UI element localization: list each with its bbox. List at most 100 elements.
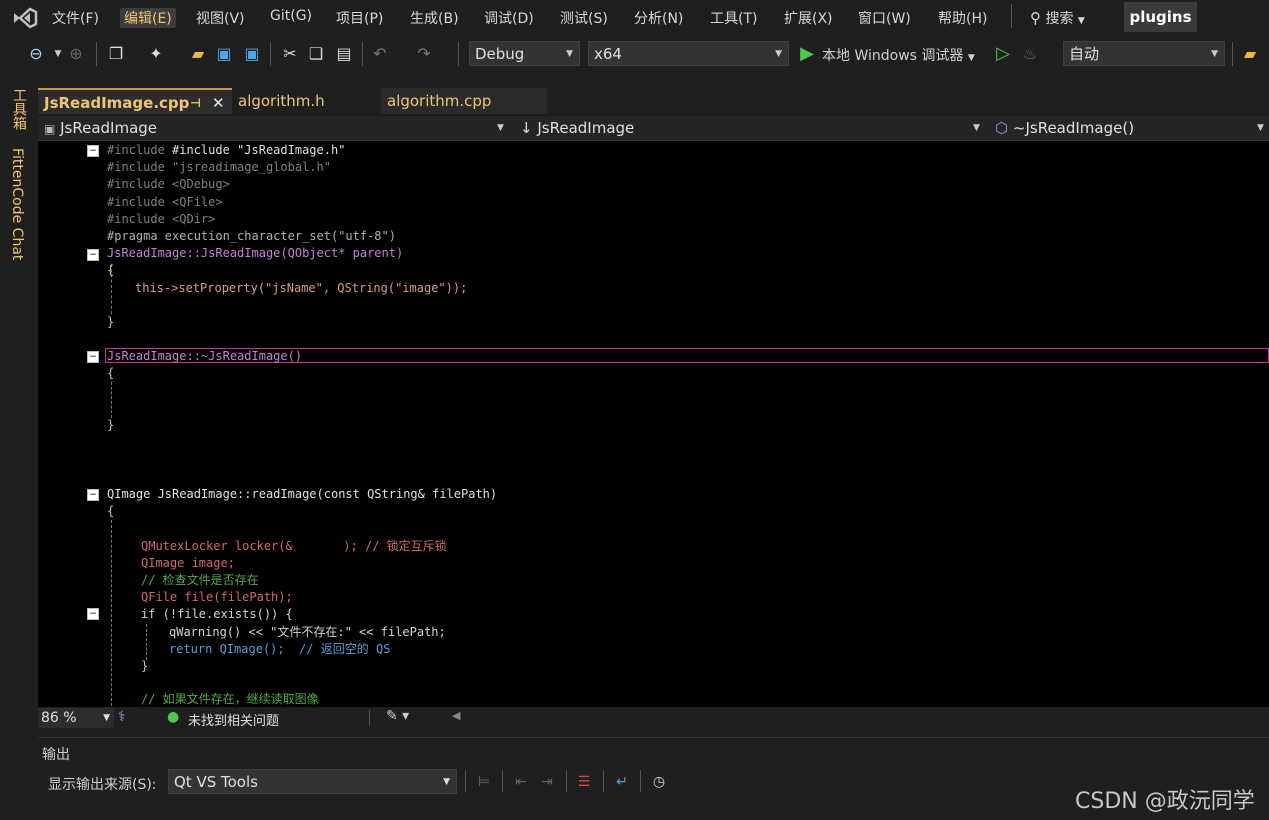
indent-guide xyxy=(111,520,112,706)
output-separator xyxy=(640,770,641,792)
menu-file[interactable]: 文件(F) xyxy=(52,8,99,28)
collapse-icon[interactable]: − xyxy=(87,608,99,620)
new-project-icon[interactable]: ❐ xyxy=(106,44,126,64)
menu-tools[interactable]: 工具(T) xyxy=(710,8,757,28)
solution-name-badge[interactable]: plugins xyxy=(1124,2,1197,32)
platform-value: x64 xyxy=(594,45,622,63)
output-title: 输出 xyxy=(42,747,70,763)
tab-algorithm-cpp[interactable]: algorithm.cpp xyxy=(381,88,547,114)
code-line: QImage JsReadImage::readImage(const QStr… xyxy=(107,487,498,501)
previous-message-icon[interactable]: ⇤ xyxy=(511,772,531,792)
menu-build[interactable]: 生成(B) xyxy=(410,8,459,28)
cleanup-brush-icon[interactable]: ✎ ▾ xyxy=(386,708,409,724)
code-line: // 检查文件是否存在 xyxy=(141,573,259,587)
clear-all-icon[interactable]: ☰ xyxy=(574,772,594,792)
tab-algorithm-h[interactable]: algorithm.h xyxy=(232,88,381,114)
output-source-select[interactable]: Qt VS Tools ▼ xyxy=(168,769,457,794)
code-line: { xyxy=(107,504,115,518)
word-wrap-icon[interactable]: ↵ xyxy=(612,772,632,792)
toolbar-separator xyxy=(458,42,459,66)
collapse-icon[interactable]: − xyxy=(87,145,99,157)
redo-icon[interactable]: ↷ xyxy=(414,44,434,64)
menu-edit[interactable]: 编辑(E) xyxy=(120,8,176,28)
menu-analyze[interactable]: 分析(N) xyxy=(634,8,683,28)
indent-guide xyxy=(111,382,112,418)
debug-target-button[interactable]: 本地 Windows 调试器 ▼ xyxy=(822,45,975,65)
status-separator xyxy=(369,710,370,726)
menu-debug[interactable]: 调试(D) xyxy=(484,8,534,28)
project-scope-select[interactable]: ▣ JsReadImage xyxy=(44,117,157,139)
menu-extensions[interactable]: 扩展(X) xyxy=(784,8,833,28)
zoom-value: 86 % xyxy=(41,710,77,726)
zoom-select[interactable]: 86 % ▼ xyxy=(38,708,114,728)
class-scope-select[interactable]: ↓ JsReadImage xyxy=(520,117,634,139)
menu-separator xyxy=(1011,4,1012,28)
code-line: #include <QDebug> xyxy=(107,177,230,191)
clock-icon[interactable]: ◷ xyxy=(649,772,669,792)
collapse-icon[interactable]: − xyxy=(87,249,99,261)
chevron-down-icon: ▼ xyxy=(103,713,110,723)
toolbar-separator xyxy=(362,42,363,66)
tab-label: JsReadImage.cpp xyxy=(44,94,190,112)
menu-help[interactable]: 帮助(H) xyxy=(938,8,987,28)
folder-settings-icon[interactable]: ▰ xyxy=(1240,44,1260,64)
save-all-icon[interactable]: ▣ xyxy=(242,44,262,64)
chevron-down-icon[interactable]: ▼ xyxy=(1257,117,1264,139)
menu-window[interactable]: 窗口(W) xyxy=(858,8,911,28)
copy-icon[interactable]: ❏ xyxy=(306,44,326,64)
back-icon[interactable]: ⊖ xyxy=(26,44,46,64)
output-separator xyxy=(603,770,604,792)
visual-studio-logo[interactable] xyxy=(10,6,38,30)
output-separator xyxy=(566,770,567,792)
toolbar-separator xyxy=(96,42,97,66)
toolbox-tab[interactable]: 工具箱 xyxy=(9,88,29,130)
toolbar-separator xyxy=(270,42,271,66)
issues-status[interactable]: 未找到相关问题 xyxy=(188,710,279,729)
configuration-value: Debug xyxy=(475,45,525,63)
tab-jsreadimage-cpp[interactable]: JsReadImage.cpp ⊣ ✕ xyxy=(38,88,232,114)
find-message-icon[interactable]: ⊨ xyxy=(474,772,494,792)
hot-reload-icon[interactable]: ♨ xyxy=(1020,44,1040,64)
menu-git[interactable]: Git(G) xyxy=(270,8,312,24)
undo-icon[interactable]: ↶ xyxy=(370,44,390,64)
forward-icon[interactable]: ⊕ xyxy=(66,44,86,64)
output-source-value: Qt VS Tools xyxy=(174,773,258,791)
close-icon[interactable]: ✕ xyxy=(212,90,225,116)
down-arrow-icon: ↓ xyxy=(520,119,533,137)
class-scope-value: JsReadImage xyxy=(537,119,635,137)
new-item-icon[interactable]: ✦ xyxy=(146,44,166,64)
check-circle-icon: ● xyxy=(167,709,180,725)
pin-icon[interactable]: ⊣ xyxy=(190,90,201,116)
code-line: QMutexLocker locker(& ); // 锁定互斥锁 xyxy=(141,539,447,553)
start-debugging-icon[interactable]: ▶ xyxy=(797,44,817,64)
code-line: } xyxy=(107,315,115,329)
member-select[interactable]: ⬡ ~JsReadImage() xyxy=(995,117,1134,139)
code-line: } xyxy=(107,418,115,432)
code-line: QFile file(filePath); xyxy=(141,590,293,604)
intellicode-icon[interactable]: ⚕ xyxy=(118,709,126,725)
platform-select[interactable]: x64 ▼ xyxy=(588,41,789,66)
menu-view[interactable]: 视图(V) xyxy=(196,8,245,28)
save-icon[interactable]: ▣ xyxy=(214,44,234,64)
menu-test[interactable]: 测试(S) xyxy=(560,8,608,28)
search-button[interactable]: ⚲ 搜索 ▼ xyxy=(1030,8,1085,28)
paste-icon[interactable]: ▤ xyxy=(334,44,354,64)
fittencode-chat-tab[interactable]: FittenCode Chat xyxy=(9,148,25,260)
code-line: { xyxy=(107,366,115,380)
code-line: if (!file.exists()) { xyxy=(141,607,293,621)
start-without-debugging-icon[interactable]: ▷ xyxy=(993,44,1013,64)
collapse-icon[interactable]: − xyxy=(87,351,99,363)
configuration-select[interactable]: Debug ▼ xyxy=(469,41,580,66)
code-line: #pragma execution_character_set("utf-8") xyxy=(107,229,396,243)
cut-icon[interactable]: ✂ xyxy=(280,44,300,64)
scroll-left-icon[interactable]: ◀ xyxy=(452,709,460,722)
chevron-down-icon: ▼ xyxy=(1077,16,1085,26)
menu-project[interactable]: 项目(P) xyxy=(336,8,383,28)
open-folder-icon[interactable]: ▰ xyxy=(188,44,208,64)
chevron-down-icon[interactable]: ▼ xyxy=(48,44,68,64)
chevron-down-icon[interactable]: ▼ xyxy=(497,117,504,139)
mode-select[interactable]: 自动 ▼ xyxy=(1063,41,1225,66)
chevron-down-icon[interactable]: ▼ xyxy=(973,117,980,139)
next-message-icon[interactable]: ⇥ xyxy=(537,772,557,792)
collapse-icon[interactable]: − xyxy=(87,489,99,501)
